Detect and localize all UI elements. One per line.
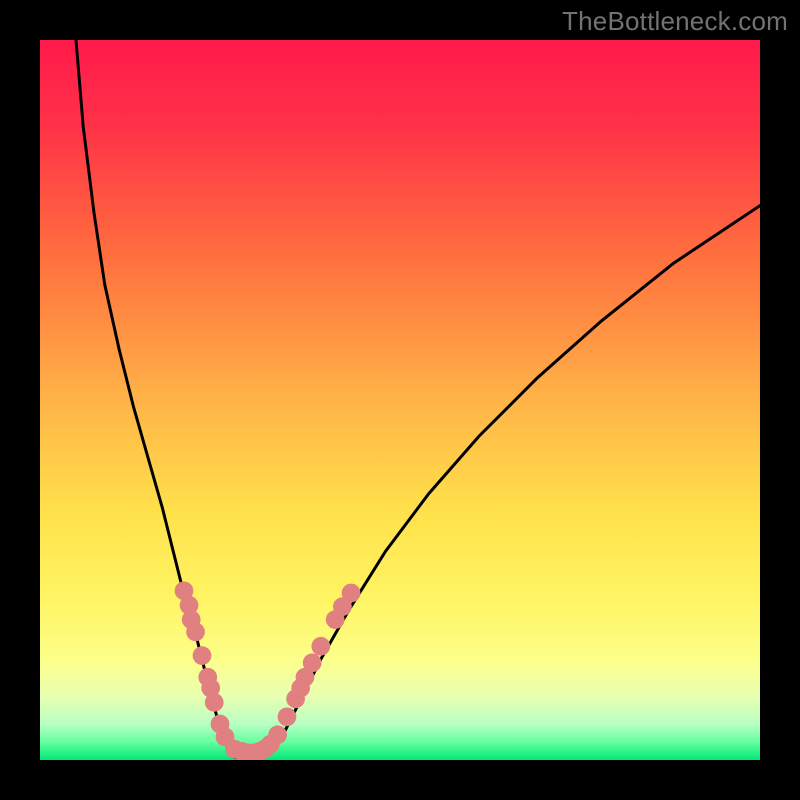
plot-area xyxy=(40,40,760,760)
data-dot xyxy=(303,653,322,672)
data-dot xyxy=(193,646,212,665)
data-dot xyxy=(311,637,330,656)
data-dot xyxy=(278,707,297,726)
data-dot xyxy=(342,584,361,603)
left-branch-curve xyxy=(76,40,234,757)
data-dot xyxy=(268,725,287,744)
data-dots xyxy=(175,581,361,760)
data-dot xyxy=(186,622,205,641)
curve-layer xyxy=(40,40,760,760)
right-branch-curve xyxy=(270,206,760,753)
data-dot xyxy=(205,693,224,712)
watermark-text: TheBottleneck.com xyxy=(562,6,788,37)
chart-frame: TheBottleneck.com xyxy=(0,0,800,800)
